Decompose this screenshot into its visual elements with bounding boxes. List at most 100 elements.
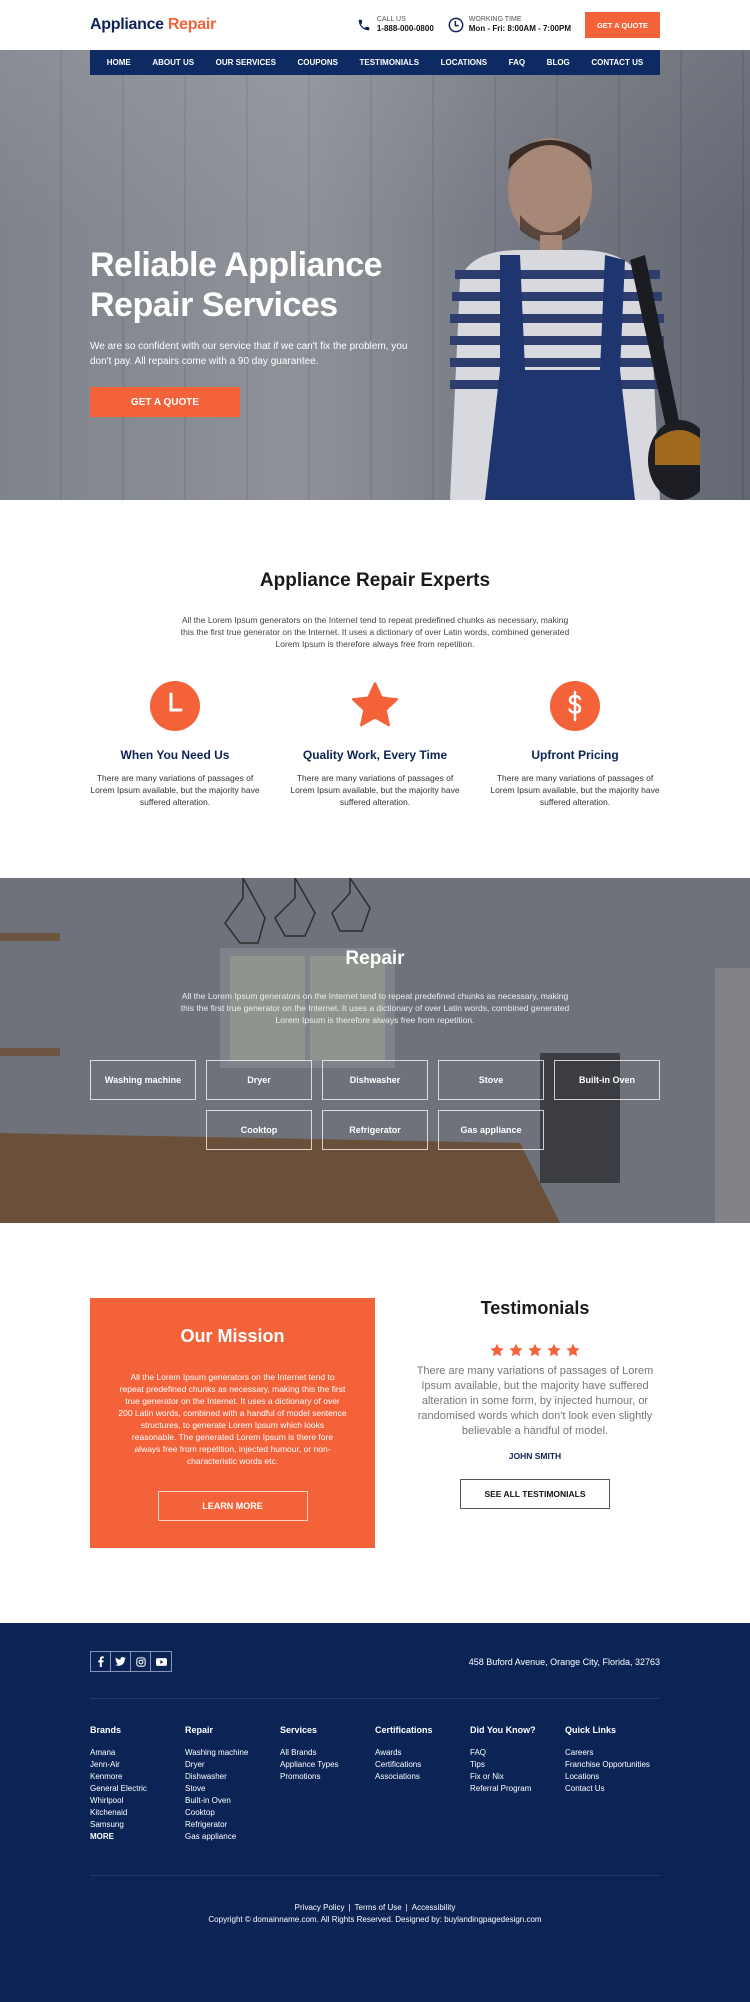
- see-all-testimonials-button[interactable]: SEE ALL TESTIMONIALS: [460, 1479, 610, 1509]
- footer-legal: Privacy Policy | Terms of Use | Accessibilit…: [90, 1902, 660, 1926]
- footer-link[interactable]: Certifications: [375, 1759, 470, 1771]
- experts-intro: All the Lorem Ipsum generators on the In…: [180, 615, 570, 649]
- footer-link[interactable]: Kitchenaid: [90, 1807, 185, 1819]
- repair-item-gas-appliance[interactable]: Gas appliance: [438, 1110, 544, 1150]
- footer-link[interactable]: Jenn-Air: [90, 1759, 185, 1771]
- twitter-icon[interactable]: [111, 1652, 131, 1671]
- footer: 458 Buford Avenue, Orange City, Florida,…: [0, 1623, 750, 2002]
- phone-icon: [356, 17, 372, 33]
- repair-item-built-in-oven[interactable]: Built-in Oven: [554, 1060, 660, 1100]
- repair-item-dryer[interactable]: Dryer: [206, 1060, 312, 1100]
- footer-link[interactable]: Referral Program: [470, 1783, 565, 1795]
- footer-link[interactable]: FAQ: [470, 1747, 565, 1759]
- testimonial-author: JOHN SMITH: [508, 1451, 562, 1461]
- nav-blog[interactable]: BLOG: [547, 58, 570, 67]
- nav-about-us[interactable]: ABOUT US: [152, 58, 194, 67]
- star-icon: [547, 1343, 561, 1357]
- footer-link[interactable]: Built-in Oven: [185, 1795, 280, 1807]
- repair-section: Repair All the Lorem Ipsum generators on…: [0, 878, 750, 1223]
- star-icon: [490, 1343, 504, 1357]
- footer-link[interactable]: Gas appliance: [185, 1831, 280, 1843]
- feature-text: There are many variations of passages of…: [290, 773, 460, 807]
- dollar-icon: [549, 680, 601, 732]
- footer-link[interactable]: Whirlpool: [90, 1795, 185, 1807]
- footer-address: 458 Buford Avenue, Orange City, Florida,…: [468, 1656, 660, 1667]
- feature-card: Upfront Pricing There are many variation…: [490, 680, 660, 808]
- nav-contact-us[interactable]: CONTACT US: [591, 58, 643, 67]
- feature-card: Quality Work, Every Time There are many …: [290, 680, 460, 808]
- experts-title: Appliance Repair Experts: [259, 570, 491, 591]
- footer-link[interactable]: Franchise Opportunities: [565, 1759, 660, 1771]
- footer-link[interactable]: Awards: [375, 1747, 470, 1759]
- footer-link[interactable]: Tips: [470, 1759, 565, 1771]
- top-header: Appliance Repair CALL US 1-888-000-0800 …: [0, 0, 750, 50]
- footer-link[interactable]: Kenmore: [90, 1771, 185, 1783]
- footer-link[interactable]: Dishwasher: [185, 1771, 280, 1783]
- terms-of-use-link[interactable]: Terms of Use: [355, 1903, 402, 1912]
- footer-link[interactable]: Washing machine: [185, 1747, 280, 1759]
- feature-card: When You Need Us There are many variatio…: [90, 680, 260, 808]
- footer-link[interactable]: General Electric: [90, 1783, 185, 1795]
- repair-item-stove[interactable]: Stove: [438, 1060, 544, 1100]
- mission-text: All the Lorem Ipsum generators on the In…: [118, 1372, 347, 1466]
- footer-column-services: Services All Brands Appliance Types Prom…: [280, 1725, 375, 1843]
- main-nav: HOME ABOUT US OUR SERVICES COUPONS TESTI…: [90, 50, 660, 75]
- experts-section: Appliance Repair Experts All the Lorem I…: [0, 500, 750, 878]
- repair-item-cooktop[interactable]: Cooktop: [206, 1110, 312, 1150]
- feature-title: Quality Work, Every Time: [302, 748, 448, 762]
- nav-locations[interactable]: LOCATIONS: [441, 58, 488, 67]
- footer-link[interactable]: Dryer: [185, 1759, 280, 1771]
- footer-link[interactable]: Amana: [90, 1747, 185, 1759]
- clock-icon: [448, 17, 464, 33]
- footer-link[interactable]: Careers: [565, 1747, 660, 1759]
- footer-link[interactable]: Promotions: [280, 1771, 375, 1783]
- nav-our-services[interactable]: OUR SERVICES: [216, 58, 276, 67]
- testimonials-box: Testimonials There are many variations o…: [410, 1298, 660, 1548]
- repair-item-dishwasher[interactable]: Dishwasher: [322, 1060, 428, 1100]
- technician-photo: [450, 138, 700, 500]
- feature-title: Upfront Pricing: [531, 748, 619, 762]
- footer-link[interactable]: Locations: [565, 1771, 660, 1783]
- footer-divider: [90, 1698, 660, 1699]
- footer-link[interactable]: Contact Us: [565, 1783, 660, 1795]
- nav-faq[interactable]: FAQ: [509, 58, 525, 67]
- footer-more-link[interactable]: MORE: [90, 1831, 185, 1843]
- accessibility-link[interactable]: Accessibility: [412, 1903, 456, 1912]
- star-icon: [566, 1343, 580, 1357]
- footer-link[interactable]: Samsung: [90, 1819, 185, 1831]
- nav-testimonials[interactable]: TESTIMONIALS: [360, 58, 420, 67]
- footer-link[interactable]: Fix or Nix: [470, 1771, 565, 1783]
- footer-column-did-you-know: Did You Know? FAQ Tips Fix or Nix Referr…: [470, 1725, 565, 1843]
- testimonials-title: Testimonials: [480, 1298, 590, 1318]
- nav-coupons[interactable]: COUPONS: [298, 58, 338, 67]
- star-icon: [509, 1343, 523, 1357]
- star-icon: [349, 680, 401, 732]
- hero-get-quote-button[interactable]: GET A QUOTE: [90, 387, 240, 417]
- hours-info: WORKING TIME Mon - Fri: 8:00AM - 7:00PM: [448, 16, 571, 34]
- mission-title: Our Mission: [180, 1326, 285, 1346]
- call-info[interactable]: CALL US 1-888-000-0800: [356, 16, 434, 34]
- learn-more-button[interactable]: LEARN MORE: [157, 1491, 308, 1521]
- footer-divider: [90, 1875, 660, 1876]
- repair-item-refrigerator[interactable]: Refrigerator: [322, 1110, 428, 1150]
- privacy-policy-link[interactable]: Privacy Policy: [295, 1903, 345, 1912]
- youtube-icon[interactable]: [151, 1652, 171, 1671]
- repair-item-washing-machine[interactable]: Washing machine: [90, 1060, 196, 1100]
- clock-icon: [149, 680, 201, 732]
- footer-link[interactable]: Cooktop: [185, 1807, 280, 1819]
- repair-title: Repair: [345, 948, 405, 969]
- nav-home[interactable]: HOME: [107, 58, 131, 67]
- footer-link[interactable]: Appliance Types: [280, 1759, 375, 1771]
- instagram-icon[interactable]: [131, 1652, 151, 1671]
- facebook-icon[interactable]: [91, 1652, 111, 1671]
- feature-text: There are many variations of passages of…: [90, 773, 260, 807]
- footer-link[interactable]: All Brands: [280, 1747, 375, 1759]
- mission-box: Our Mission All the Lorem Ipsum generato…: [90, 1298, 375, 1548]
- footer-column-certifications: Certifications Awards Certifications Ass…: [375, 1725, 470, 1843]
- logo[interactable]: Appliance Repair: [90, 16, 216, 34]
- footer-link[interactable]: Refrigerator: [185, 1819, 280, 1831]
- footer-link[interactable]: Associations: [375, 1771, 470, 1783]
- get-quote-button[interactable]: GET A QUOTE: [585, 12, 660, 38]
- star-icon: [528, 1343, 542, 1357]
- footer-link[interactable]: Stove: [185, 1783, 280, 1795]
